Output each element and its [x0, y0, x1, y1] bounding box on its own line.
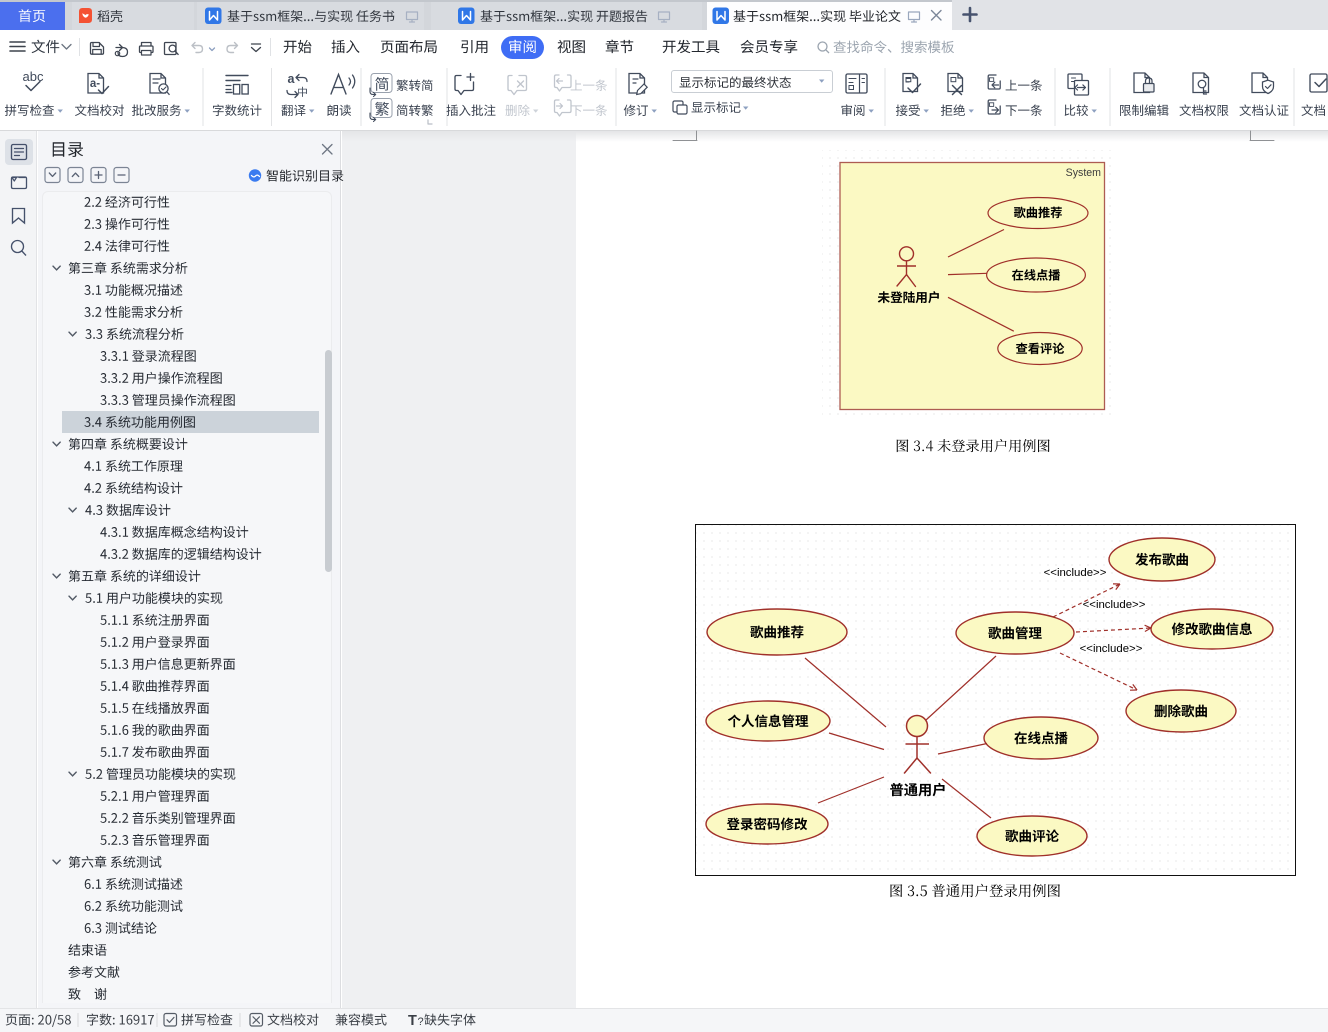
svg-text:System: System — [1066, 167, 1101, 179]
svg-text:T: T — [408, 1013, 417, 1029]
svg-text:<<include>>: <<include>> — [1044, 567, 1107, 579]
svg-text:<<include>>: <<include>> — [1083, 599, 1146, 611]
svg-text:a: a — [288, 72, 296, 86]
svg-text:a-: a- — [90, 78, 100, 90]
svg-text:abc: abc — [23, 69, 44, 84]
svg-text:<<include>>: <<include>> — [1080, 643, 1143, 655]
svg-text:?: ? — [418, 1016, 424, 1028]
